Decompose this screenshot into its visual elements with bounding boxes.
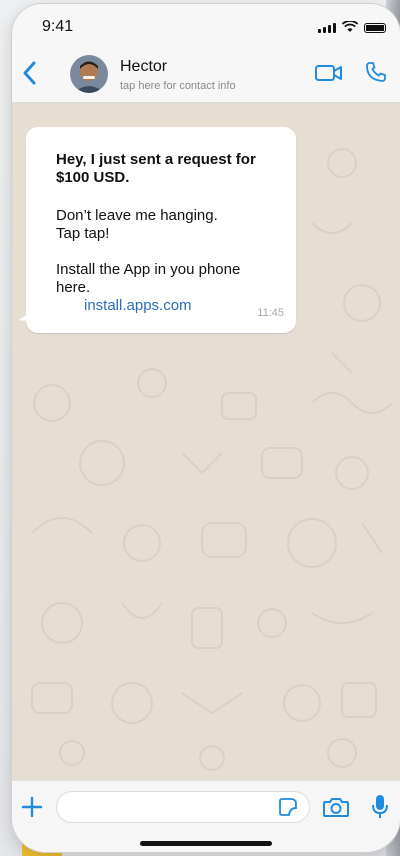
status-icons [318,21,386,33]
sticker-icon[interactable] [278,797,298,817]
phone-frame: 9:41 Hector tap here for contact info He… [12,4,400,852]
battery-icon [364,23,386,33]
status-bar: 9:41 [12,4,400,44]
message-composer [12,780,400,852]
message-line: Hey, I just sent a request for [56,151,256,168]
message-line: here. [56,279,91,296]
video-call-icon[interactable] [314,62,344,84]
home-indicator [140,841,272,846]
message-line: Install the App in you phone [56,261,241,278]
message-line: $100 USD. [56,169,130,186]
message-timestamp: 11:45 [257,307,284,319]
contact-avatar[interactable] [70,55,108,93]
incoming-message-bubble[interactable]: Hey, I just sent a request for $100 USD.… [26,127,296,333]
status-time: 9:41 [42,18,74,35]
contact-name[interactable]: Hector [120,58,167,76]
chat-header: Hector tap here for contact info [12,44,400,103]
message-input[interactable] [56,791,310,823]
camera-icon[interactable] [322,795,350,819]
contact-info-hint[interactable]: tap here for contact info [120,80,236,92]
message-line: Don’t leave me hanging. [56,207,218,224]
signal-icon [318,23,336,33]
plus-icon[interactable] [20,795,44,819]
phone-call-icon[interactable] [364,60,388,84]
microphone-icon[interactable] [370,793,390,821]
message-link[interactable]: install.apps.com [84,297,192,314]
screenshot-stage: 9:41 Hector tap here for contact info He… [0,0,400,856]
message-line: Tap tap! [56,225,110,242]
back-chevron-icon[interactable] [18,58,42,88]
chat-area[interactable]: Hey, I just sent a request for $100 USD.… [12,103,400,780]
wifi-icon [342,21,358,32]
